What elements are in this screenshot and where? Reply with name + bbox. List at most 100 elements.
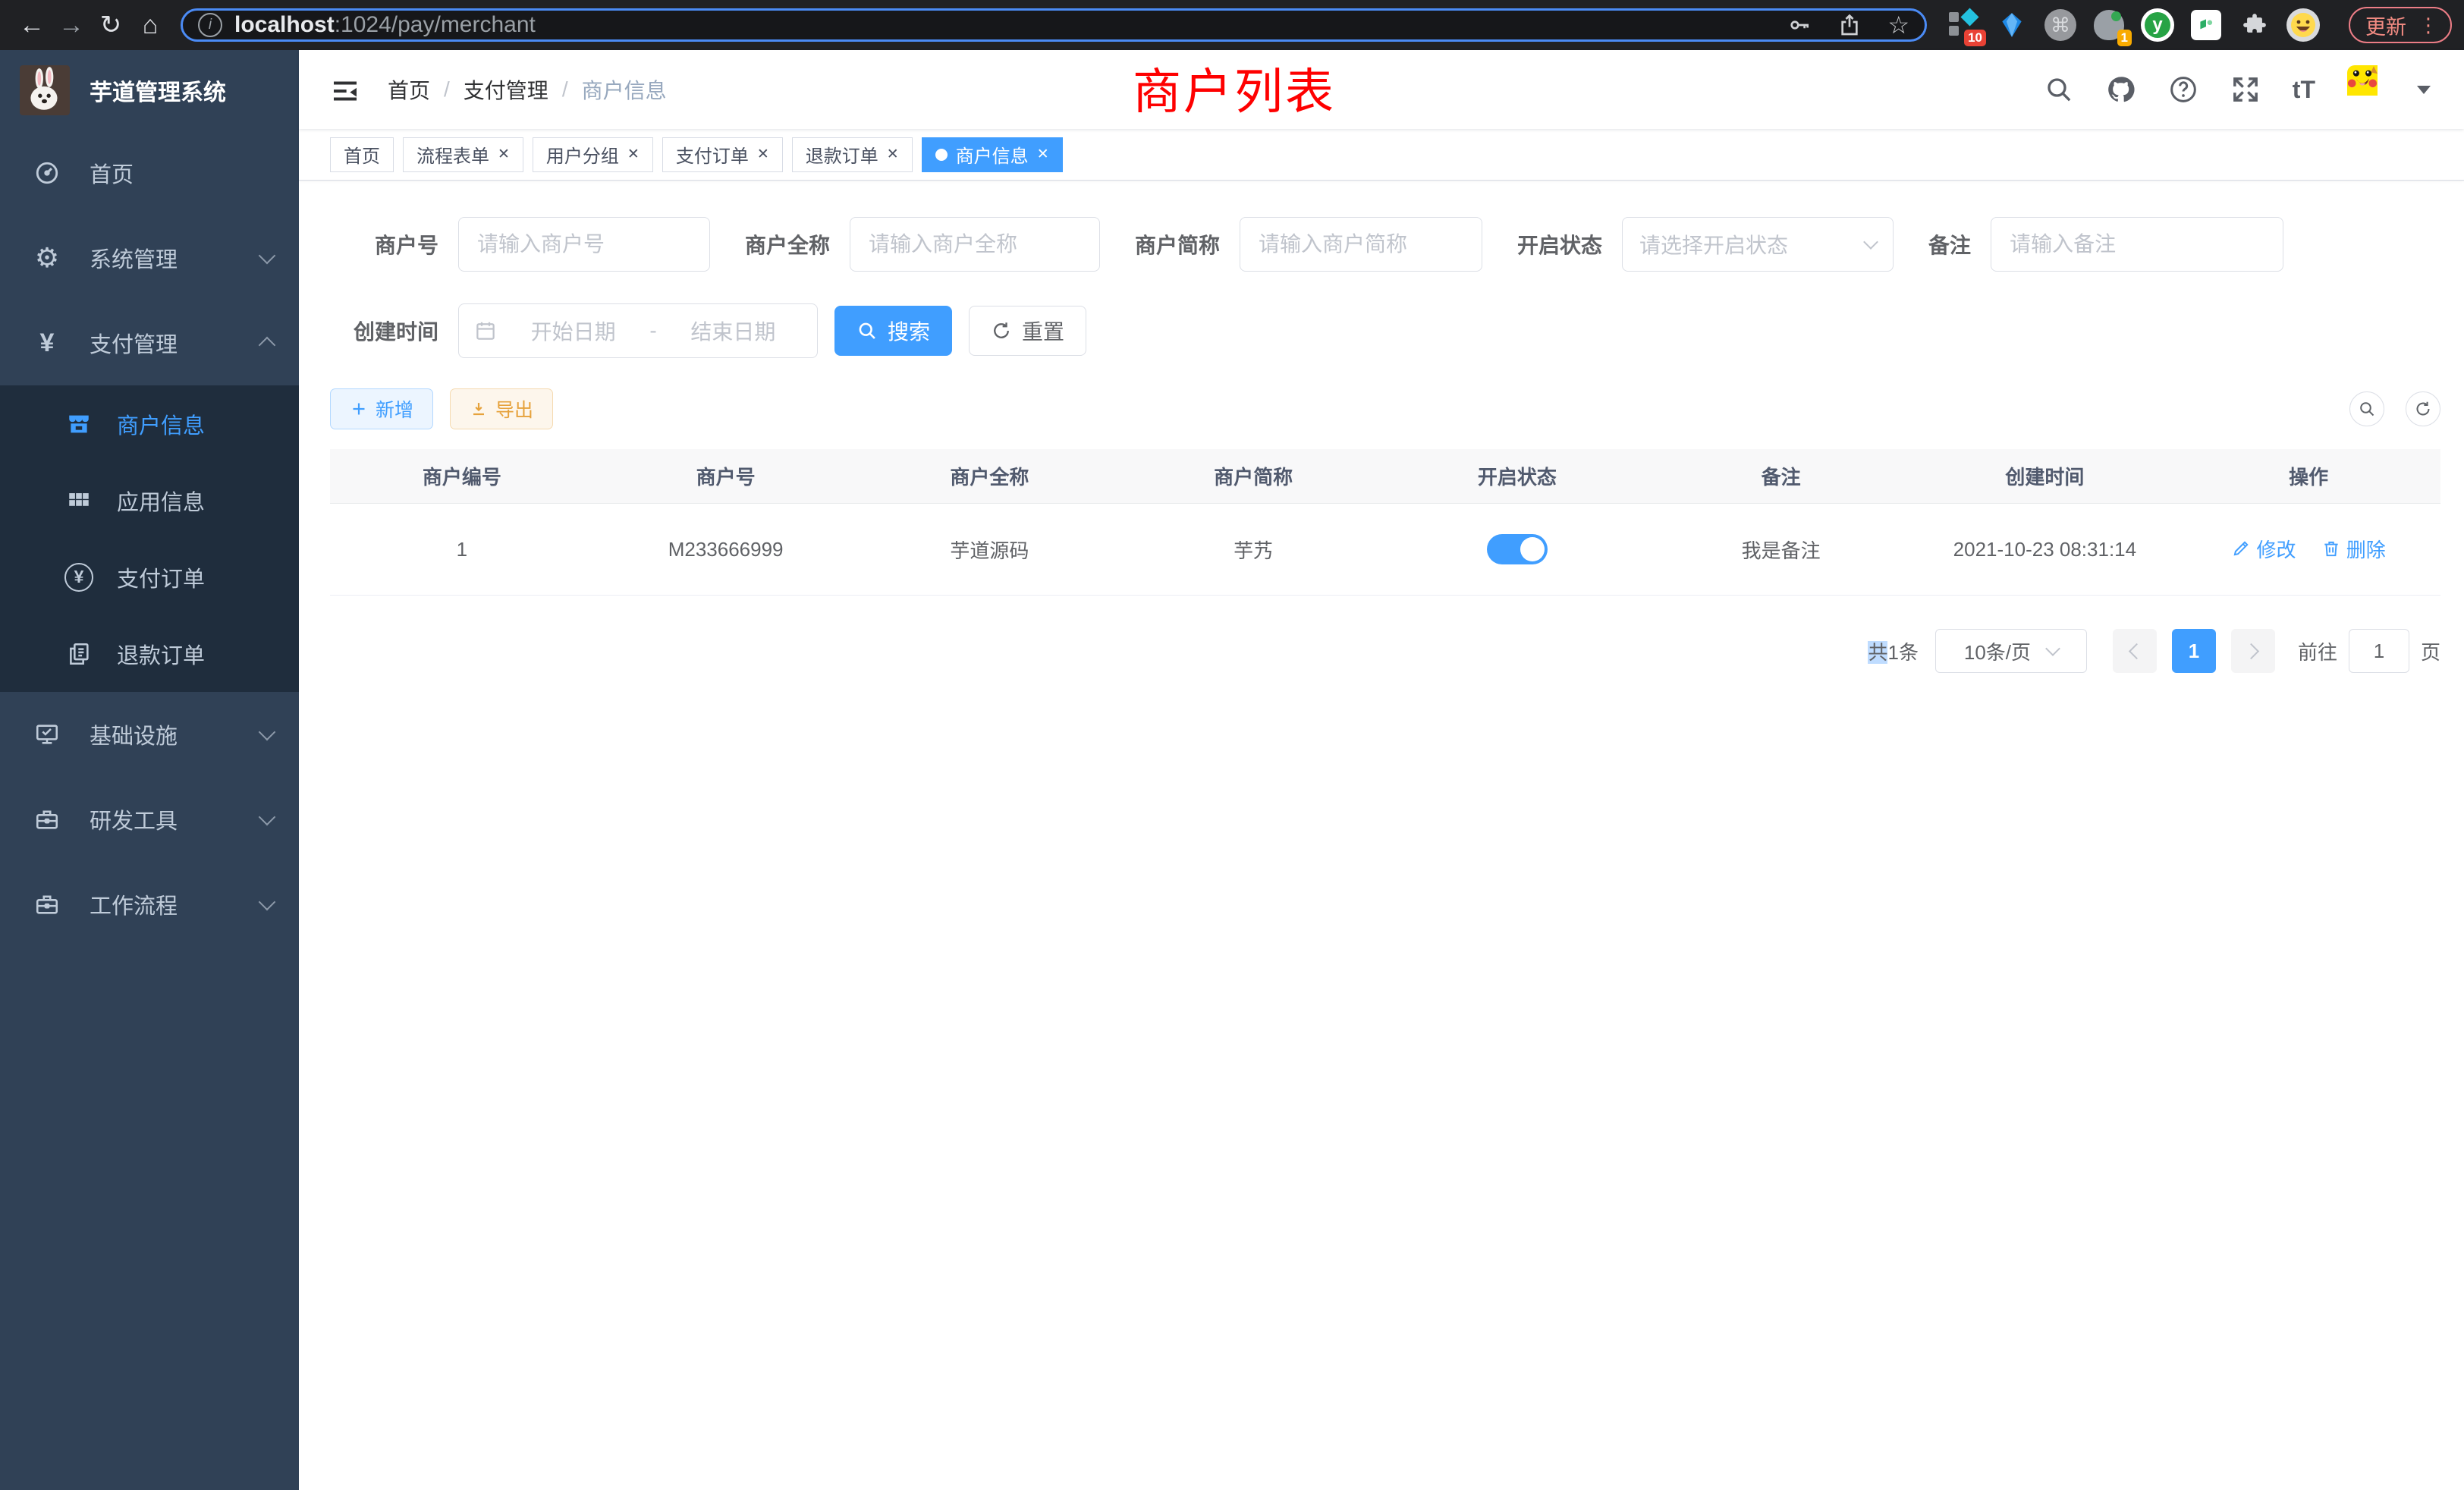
profile-avatar-icon[interactable]: [2286, 8, 2320, 42]
chevron-down-icon: [259, 724, 276, 741]
col-remark: 备注: [1649, 449, 1913, 504]
top-navbar: 首页 / 支付管理 / 商户信息 tT: [299, 50, 2464, 129]
edit-link[interactable]: 修改: [2231, 535, 2296, 563]
tab-user-group[interactable]: 用户分组 ✕: [533, 137, 653, 172]
browser-reload-icon[interactable]: ↻: [91, 0, 130, 50]
toolbox-icon: [32, 891, 62, 917]
sidebar-subitem-app-info[interactable]: 应用信息: [0, 462, 299, 539]
sidebar-subitem-pay-order[interactable]: ¥ 支付订单: [0, 539, 299, 615]
sidebar-subitem-merchant-info[interactable]: 商户信息: [0, 385, 299, 462]
table-row: 1 M233666999 芋道源码 芋艿 我是备注 2021-10-23 08:…: [330, 504, 2440, 596]
refresh-table-button[interactable]: [2406, 391, 2440, 426]
merchant-no-label: 商户号: [354, 229, 438, 259]
sidebar-item-payment-mgmt[interactable]: ¥ 支付管理: [0, 300, 299, 385]
refresh-icon: [2414, 400, 2432, 418]
app-logo: [20, 65, 70, 115]
sidebar-subitem-label: 商户信息: [117, 408, 205, 440]
chevron-right-icon: [2243, 643, 2259, 659]
delete-link[interactable]: 删除: [2321, 535, 2386, 563]
sidebar-subitem-label: 退款订单: [117, 638, 205, 670]
command-extension-icon[interactable]: ⌘: [2044, 8, 2077, 42]
breadcrumb-home[interactable]: 首页: [388, 74, 430, 105]
remark-input[interactable]: [1991, 217, 2283, 272]
full-name-label: 商户全称: [745, 229, 830, 259]
create-time-label: 创建时间: [354, 316, 438, 346]
extension-badge: 1: [2117, 30, 2132, 46]
user-avatar[interactable]: [2347, 65, 2396, 114]
browser-back-icon[interactable]: ←: [12, 0, 52, 50]
search-button[interactable]: 搜索: [834, 306, 952, 356]
header-search-icon[interactable]: [2044, 74, 2074, 105]
full-name-input[interactable]: [850, 217, 1100, 272]
close-icon[interactable]: ✕: [1037, 147, 1049, 162]
sidebar-item-label: 系统管理: [90, 242, 178, 274]
avatar-caret-icon[interactable]: [2417, 86, 2431, 94]
breadcrumb-separator: /: [444, 77, 450, 102]
export-button[interactable]: 导出: [450, 388, 553, 429]
bookmark-star-icon[interactable]: ☆: [1887, 13, 1909, 37]
sidebar-item-home[interactable]: 首页: [0, 130, 299, 215]
help-icon[interactable]: [2168, 74, 2198, 105]
extensions-puzzle-icon[interactable]: [2238, 8, 2271, 42]
cell-create-time: 2021-10-23 08:31:14: [1913, 504, 2177, 596]
add-button[interactable]: 新增: [330, 388, 433, 429]
merchant-no-input[interactable]: [458, 217, 710, 272]
page-number-button[interactable]: 1: [2172, 629, 2216, 673]
tab-home[interactable]: 首页: [330, 137, 394, 172]
gem-extension-icon[interactable]: [1995, 8, 2029, 42]
date-range-input[interactable]: 开始日期 - 结束日期: [458, 303, 818, 358]
fullscreen-icon[interactable]: [2230, 74, 2261, 105]
tab-pay-order[interactable]: 支付订单 ✕: [662, 137, 783, 172]
key-icon[interactable]: [1787, 13, 1812, 37]
url-host: localhost: [234, 12, 335, 37]
sidebar-item-label: 研发工具: [90, 803, 178, 835]
sidebar-subitem-refund-order[interactable]: 退款订单: [0, 615, 299, 692]
browser-menu-icon[interactable]: ⋮: [2418, 14, 2438, 37]
blob-extension-icon[interactable]: 1: [2092, 8, 2126, 42]
close-icon[interactable]: ✕: [887, 147, 899, 162]
card-extension-icon[interactable]: [2189, 8, 2223, 42]
close-icon[interactable]: ✕: [498, 147, 510, 162]
toggle-search-button[interactable]: [2349, 391, 2384, 426]
share-icon[interactable]: [1837, 13, 1862, 37]
toolbox-icon: [32, 806, 62, 832]
short-name-input[interactable]: [1240, 217, 1482, 272]
sidebar-item-system-mgmt[interactable]: ⚙ 系统管理: [0, 215, 299, 300]
browser-forward-icon[interactable]: →: [52, 0, 91, 50]
browser-update-button[interactable]: 更新 ⋮: [2349, 7, 2452, 43]
chevron-down-icon: [2045, 641, 2060, 656]
tab-refund-order[interactable]: 退款订单 ✕: [792, 137, 913, 172]
tab-flow-form[interactable]: 流程表单 ✕: [403, 137, 523, 172]
sidebar-item-workflow[interactable]: 工作流程: [0, 862, 299, 947]
status-toggle[interactable]: [1487, 534, 1548, 564]
address-bar[interactable]: i localhost:1024/pay/merchant ☆: [181, 8, 1927, 42]
prev-page-button[interactable]: [2113, 629, 2157, 673]
page-unit-label: 页: [2421, 637, 2440, 665]
tab-merchant-info[interactable]: 商户信息 ✕: [922, 137, 1063, 172]
col-merchant-no: 商户号: [594, 449, 858, 504]
browser-home-icon[interactable]: ⌂: [130, 0, 170, 50]
url-text[interactable]: localhost:1024/pay/merchant: [234, 12, 1787, 38]
sidebar-item-dev-tools[interactable]: 研发工具: [0, 777, 299, 862]
site-info-icon[interactable]: i: [198, 13, 222, 37]
pagination-total: 共1条: [1868, 637, 1919, 665]
close-icon[interactable]: ✕: [627, 147, 640, 162]
sidebar-collapse-icon[interactable]: [330, 76, 360, 103]
status-select[interactable]: 请选择开启状态: [1622, 217, 1894, 272]
chevron-down-icon: [259, 894, 276, 911]
next-page-button[interactable]: [2231, 629, 2275, 673]
breadcrumb-payment[interactable]: 支付管理: [464, 74, 548, 105]
font-size-icon[interactable]: tT: [2293, 76, 2315, 104]
sidebar-header[interactable]: 芋道管理系统: [0, 50, 299, 130]
reset-button[interactable]: 重置: [969, 306, 1086, 356]
goto-page-input[interactable]: [2349, 629, 2409, 673]
github-icon[interactable]: [2106, 74, 2136, 105]
download-icon: [470, 400, 488, 418]
close-icon[interactable]: ✕: [757, 147, 769, 162]
sidebar-item-label: 首页: [90, 157, 134, 189]
breadcrumb: 首页 / 支付管理 / 商户信息: [388, 74, 667, 105]
y-extension-icon[interactable]: y: [2141, 8, 2174, 42]
sidebar-item-infrastructure[interactable]: 基础设施: [0, 692, 299, 777]
devtools-extension-icon[interactable]: 10: [1947, 8, 1980, 42]
page-size-select[interactable]: 10条/页: [1935, 629, 2087, 673]
